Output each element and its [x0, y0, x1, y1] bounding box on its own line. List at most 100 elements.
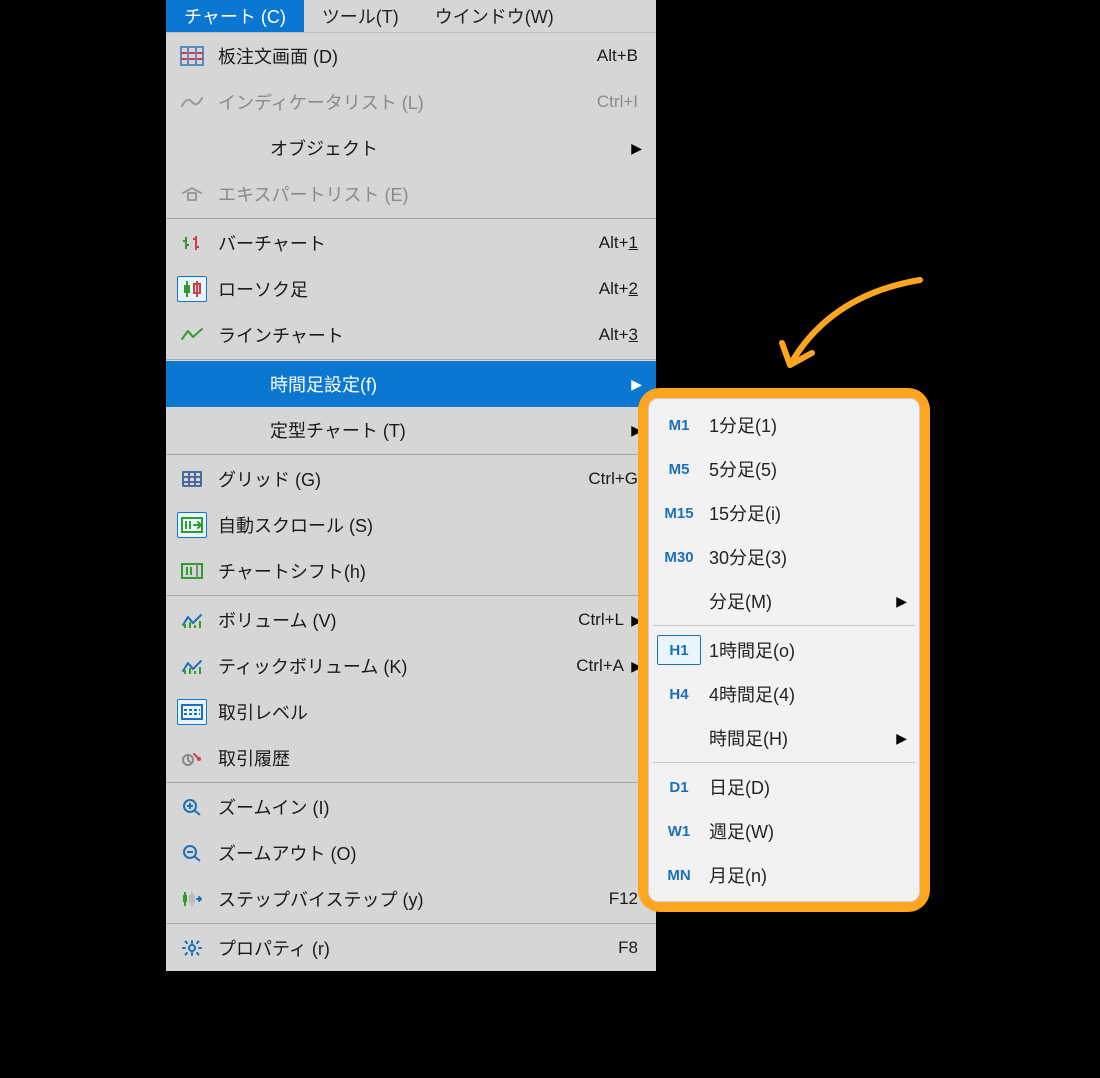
- timeframe-item[interactable]: M1 1分足(1): [653, 403, 915, 447]
- menu-item-shortcut: Ctrl+L: [578, 610, 628, 630]
- menu-item-label: 時間足設定(f): [218, 371, 628, 397]
- dom-order-icon: [177, 43, 207, 69]
- indicator-icon: [177, 89, 207, 115]
- menu-item-label: ズームイン (I): [218, 794, 642, 820]
- menu-separator: [166, 454, 656, 455]
- timeframe-icon: M15: [657, 498, 701, 528]
- history-icon: [177, 745, 207, 771]
- timeframe-item[interactable]: 時間足(H)▶: [653, 716, 915, 760]
- timeframe-icon: MN: [657, 860, 701, 890]
- timeframe-icon: H1: [657, 635, 701, 665]
- menu-item[interactable]: グリッド (G)Ctrl+G: [166, 456, 656, 502]
- timeframe-item[interactable]: M30 30分足(3): [653, 535, 915, 579]
- timeframe-item[interactable]: W1 週足(W): [653, 809, 915, 853]
- timeframe-label: 1時間足(o): [709, 637, 907, 663]
- timeframe-label: 30分足(3): [709, 544, 907, 570]
- menu-item-label: ティックボリューム (K): [218, 653, 576, 679]
- timeframe-item[interactable]: M55分足(5): [653, 447, 915, 491]
- menu-item-shortcut: F8: [618, 938, 642, 958]
- menu-separator: [166, 359, 656, 360]
- menu-item-label: 取引履歴: [218, 745, 642, 771]
- menu-item[interactable]: 自動スクロール (S): [166, 502, 656, 548]
- menu-item[interactable]: チャートシフト(h): [166, 548, 656, 594]
- menu-item[interactable]: 取引履歴: [166, 735, 656, 781]
- submenu-arrow-icon: ▶: [893, 730, 907, 747]
- timeframe-icon: H4: [657, 679, 701, 709]
- menubar-tab-tools[interactable]: ツール(T): [304, 0, 417, 32]
- timeframe-icon: M30: [657, 542, 701, 572]
- menu-item-label: ステップバイステップ (y): [218, 886, 609, 912]
- menu-item: エキスパートリスト (E): [166, 171, 656, 217]
- menu-item[interactable]: ボリューム (V)Ctrl+L▶: [166, 597, 656, 643]
- menu-item-label: ズームアウト (O): [218, 840, 642, 866]
- menu-item[interactable]: ズームアウト (O): [166, 830, 656, 876]
- timeframe-submenu-highlight: M1 1分足(1) M55分足(5)M1515分足(i) M30 30分足(3) 分足(M…: [638, 388, 930, 912]
- timeframe-label: 日足(D): [709, 774, 907, 800]
- menu-item-label: ボリューム (V): [218, 607, 578, 633]
- timeframe-item[interactable]: H4 4時間足(4): [653, 672, 915, 716]
- volume-icon: [177, 607, 207, 633]
- menu-item[interactable]: ラインチャートAlt+3: [166, 312, 656, 358]
- menu-item[interactable]: 取引レベル: [166, 689, 656, 735]
- menu-item[interactable]: オブジェクト▶: [166, 125, 656, 171]
- menu-item[interactable]: ティックボリューム (K)Ctrl+A▶: [166, 643, 656, 689]
- menu-item-label: インディケータリスト (L): [218, 89, 597, 115]
- menu-item[interactable]: 時間足設定(f)▶: [166, 361, 656, 407]
- menu-item-shortcut: Ctrl+G: [588, 469, 642, 489]
- menu-item-shortcut: Alt+B: [597, 46, 642, 66]
- menu-item-shortcut: Ctrl+A: [576, 656, 628, 676]
- menu-item-shortcut: Alt+1: [599, 233, 642, 253]
- chart-dropdown: 板注文画面 (D)Alt+Bインディケータリスト (L)Ctrl+Iオブジェクト…: [166, 32, 656, 971]
- timeframe-icon: M1: [657, 410, 701, 440]
- submenu-arrow-icon: ▶: [628, 376, 642, 393]
- menubar-tab-chart[interactable]: チャート (C): [166, 0, 304, 32]
- menu-item-label: 定型チャート (T): [218, 417, 628, 443]
- timeframe-icon: D1: [657, 772, 701, 802]
- menu-item[interactable]: 定型チャート (T)▶: [166, 407, 656, 453]
- menu-item-label: ラインチャート: [218, 322, 599, 348]
- menu-item[interactable]: 板注文画面 (D)Alt+B: [166, 33, 656, 79]
- menu-item-label: グリッド (G): [218, 466, 588, 492]
- menu-separator: [166, 923, 656, 924]
- bar-chart-icon: [177, 230, 207, 256]
- menubar-tab-window[interactable]: ウインドウ(W): [417, 0, 572, 32]
- properties-icon: [177, 935, 207, 961]
- timeframe-label: 分足(M): [657, 588, 893, 614]
- menu-item-label: プロパティ (r): [218, 935, 618, 961]
- menu-item-shortcut: F12: [609, 889, 642, 909]
- menu-item[interactable]: バーチャートAlt+1: [166, 220, 656, 266]
- timeframe-label: 1分足(1): [709, 412, 907, 438]
- menu-item[interactable]: ローソク足Alt+2: [166, 266, 656, 312]
- timeframe-item[interactable]: H1 1時間足(o): [653, 628, 915, 672]
- menu-item-label: 取引レベル: [218, 699, 642, 725]
- menu-item[interactable]: ステップバイステップ (y)F12: [166, 876, 656, 922]
- tradelevel-icon: [177, 699, 207, 725]
- menu-item-label: 自動スクロール (S): [218, 512, 642, 538]
- menu-item-label: オブジェクト: [218, 135, 628, 161]
- menu-item-shortcut: Alt+3: [599, 325, 642, 345]
- timeframe-item[interactable]: MN 月足(n): [653, 853, 915, 897]
- submenu-arrow-icon: ▶: [893, 593, 907, 610]
- chartshift-icon: [177, 558, 207, 584]
- timeframe-label: 週足(W): [709, 818, 907, 844]
- timeframe-label: 4時間足(4): [709, 681, 907, 707]
- line-chart-icon: [177, 322, 207, 348]
- timeframe-submenu: M1 1分足(1) M55分足(5)M1515分足(i) M30 30分足(3) 分足(M…: [648, 398, 920, 902]
- menu-item[interactable]: プロパティ (r)F8: [166, 925, 656, 971]
- step-icon: [177, 886, 207, 912]
- menu-separator: [166, 218, 656, 219]
- menu-item-label: エキスパートリスト (E): [218, 181, 642, 207]
- menu-item: インディケータリスト (L)Ctrl+I: [166, 79, 656, 125]
- timeframe-label: 月足(n): [709, 862, 907, 888]
- timeframe-item[interactable]: M1515分足(i): [653, 491, 915, 535]
- timeframe-item[interactable]: D1 日足(D): [653, 765, 915, 809]
- timeframe-icon: W1: [657, 816, 701, 846]
- menu-separator: [166, 595, 656, 596]
- expert-icon: [177, 181, 207, 207]
- callout-arrow-icon: [770, 275, 930, 385]
- autoscroll-icon: [177, 512, 207, 538]
- menu-item[interactable]: ズームイン (I): [166, 784, 656, 830]
- timeframe-item[interactable]: 分足(M)▶: [653, 579, 915, 623]
- grid-icon: [177, 466, 207, 492]
- submenu-separator: [653, 625, 915, 626]
